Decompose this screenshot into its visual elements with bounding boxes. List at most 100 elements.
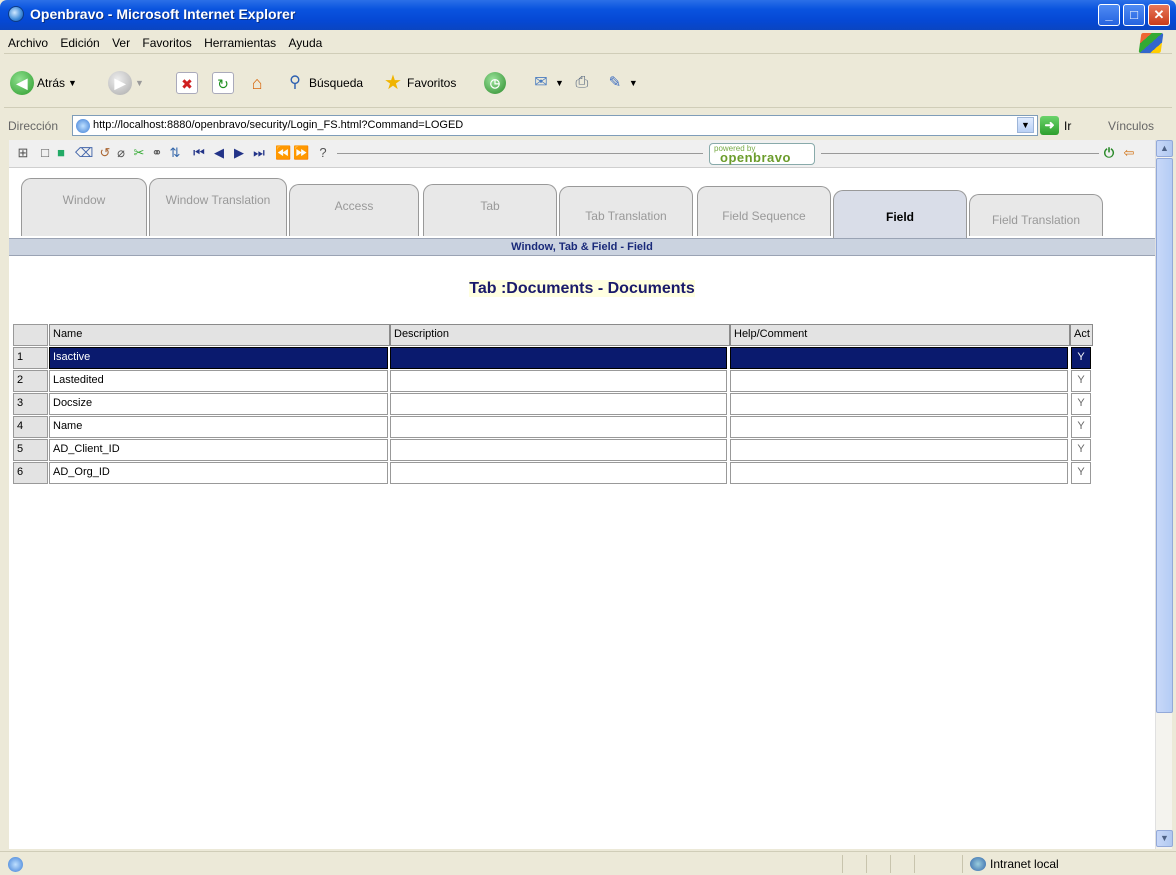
attachment-icon[interactable]: ⌀ [113,145,129,161]
previous-record-icon[interactable]: ◀ [211,145,227,161]
history-icon[interactable]: ◷ [484,72,506,94]
last-record-icon[interactable]: ⏭ [251,145,267,161]
tab-field[interactable]: Field [833,190,967,238]
refresh-icon[interactable]: ↻ [212,72,234,94]
cell-description[interactable] [390,393,727,415]
search-icon[interactable]: ⚲ [284,72,306,94]
cell-active[interactable]: Y [1071,416,1091,438]
tab-tab[interactable]: Tab [423,184,557,236]
tab-window-translation[interactable]: Window Translation [149,178,287,236]
mail-icon[interactable]: ✉ [530,72,552,94]
stop-icon[interactable]: ✖ [176,72,198,94]
table-row[interactable]: 3 Docsize Y [13,393,1093,416]
scroll-up-icon[interactable]: ▲ [1156,140,1173,157]
cell-name[interactable]: Lastedited [49,370,388,392]
cell-name[interactable]: Name [49,416,388,438]
maximize-button[interactable]: □ [1123,4,1145,26]
forward-arrow-icon[interactable]: ▶ [108,71,132,95]
cell-name[interactable]: Isactive [49,347,388,369]
cell-help-comment[interactable] [730,393,1068,415]
back-navigation-icon[interactable]: ⇦ [1121,145,1137,161]
back-dropdown-icon[interactable]: ▼ [68,78,77,88]
close-button[interactable]: ✕ [1148,4,1170,26]
address-dropdown-icon[interactable]: ▼ [1017,117,1034,133]
app-toolbar: ⊞ □ ■ ⌫ ↺ ⌀ ✂ ⚭ ⇅ ⏮ ◀ ▶ ⏭ ⏪ ⏩ ? powered … [9,140,1155,168]
save-icon[interactable]: ■ [53,145,69,161]
go-arrow-icon[interactable]: ➜ [1040,116,1059,135]
tab-field-translation[interactable]: Field Translation [969,194,1103,236]
table-row[interactable]: 5 AD_Client_ID Y [13,439,1093,462]
address-input[interactable]: http://localhost:8880/openbravo/security… [72,115,1038,136]
cell-help-comment[interactable] [730,370,1068,392]
tab-access[interactable]: Access [289,184,419,236]
cell-description[interactable] [390,439,727,461]
menu-edicion[interactable]: Edición [56,32,104,50]
back-arrow-icon[interactable]: ◀ [10,71,34,95]
cell-active[interactable]: Y [1071,393,1091,415]
mail-dropdown-icon[interactable]: ▼ [555,78,564,88]
breadcrumb: Window, Tab & Field - Field [9,238,1155,256]
home-icon[interactable]: ⌂ [246,72,268,94]
cell-active[interactable]: Y [1071,370,1091,392]
cell-help-comment[interactable] [730,416,1068,438]
tab-tab-translation[interactable]: Tab Translation [559,186,693,236]
next-record-icon[interactable]: ▶ [231,145,247,161]
previous-page-icon[interactable]: ⏪ [275,145,291,161]
cell-active[interactable]: Y [1071,462,1091,484]
cell-help-comment[interactable] [730,462,1068,484]
table-row[interactable]: 4 Name Y [13,416,1093,439]
scroll-thumb[interactable] [1156,158,1173,713]
vertical-scrollbar[interactable]: ▲ ▼ [1155,140,1173,849]
print-icon[interactable]: ⎙ [571,72,593,94]
minimize-button[interactable]: _ [1098,4,1120,26]
menu-ver[interactable]: Ver [108,32,135,50]
table-row[interactable]: 6 AD_Org_ID Y [13,462,1093,485]
links-button[interactable]: Vínculos [1108,119,1154,133]
next-page-icon[interactable]: ⏩ [293,145,309,161]
binoculars-icon[interactable]: ⚭ [149,145,165,161]
new-record-icon[interactable]: □ [37,145,53,161]
table-row[interactable]: 2 Lastedited Y [13,370,1093,393]
header-help-comment[interactable]: Help/Comment [730,324,1070,346]
forward-dropdown-icon[interactable]: ▼ [135,78,144,88]
go-button[interactable]: Ir [1064,119,1071,133]
cell-name[interactable]: AD_Org_ID [49,462,388,484]
cell-help-comment[interactable] [730,439,1068,461]
cell-help-comment[interactable] [730,347,1068,369]
favorites-star-icon[interactable]: ★ [382,72,404,94]
cell-active[interactable]: Y [1071,347,1091,369]
tree-icon[interactable]: ⊞ [15,145,31,161]
table-row[interactable]: 1 Isactive Y [13,347,1093,370]
window-tabs: Window Window Translation Access Tab Tab… [9,174,1155,238]
tab-field-sequence[interactable]: Field Sequence [697,186,831,236]
search-button[interactable]: Búsqueda [309,76,363,90]
cell-description[interactable] [390,462,727,484]
edit-dropdown-icon[interactable]: ▼ [629,78,638,88]
menu-favoritos[interactable]: Favoritos [138,32,196,50]
scroll-down-icon[interactable]: ▼ [1156,830,1173,847]
cell-description[interactable] [390,347,727,369]
menu-ayuda[interactable]: Ayuda [285,32,328,50]
cell-name[interactable]: Docsize [49,393,388,415]
cell-active[interactable]: Y [1071,439,1091,461]
edit-icon[interactable]: ✎ [604,72,626,94]
cell-description[interactable] [390,416,727,438]
delete-icon[interactable]: ⌫ [75,145,93,161]
header-description[interactable]: Description [390,324,730,346]
refresh-session-icon[interactable]: ⏻ [1101,145,1117,161]
header-active[interactable]: Act [1070,324,1093,346]
menu-herramientas[interactable]: Herramientas [200,32,281,50]
sort-icon[interactable]: ⇅ [167,145,183,161]
header-name[interactable]: Name [49,324,390,346]
openbravo-logo: powered by openbravo [709,143,815,165]
first-record-icon[interactable]: ⏮ [191,145,207,161]
help-icon[interactable]: ? [315,145,331,161]
menu-archivo[interactable]: Archivo [4,32,53,50]
tab-window[interactable]: Window [21,178,147,236]
undo-icon[interactable]: ↺ [97,145,113,161]
cell-name[interactable]: AD_Client_ID [49,439,388,461]
excel-icon[interactable]: ✂ [131,145,147,161]
back-button[interactable]: Atrás [37,76,65,90]
favorites-button[interactable]: Favoritos [407,76,456,90]
cell-description[interactable] [390,370,727,392]
